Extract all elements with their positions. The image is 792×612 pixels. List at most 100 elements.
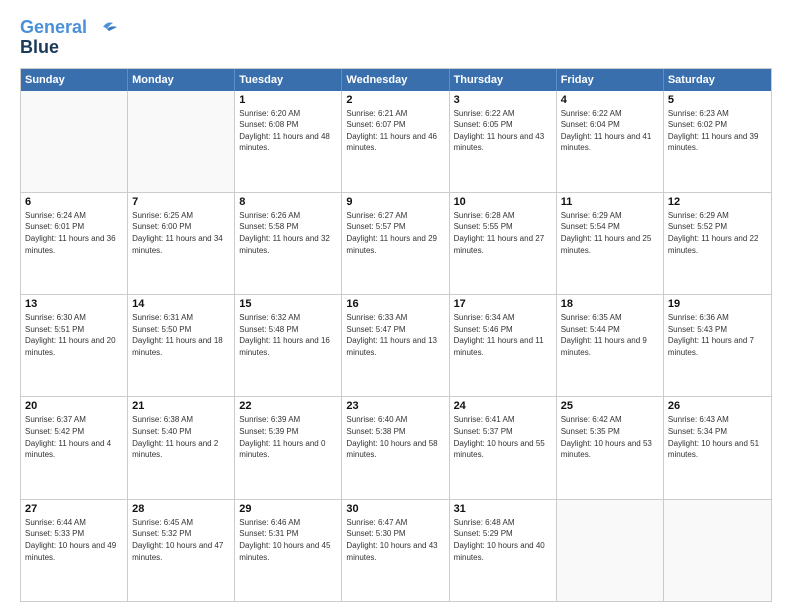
day-number: 14 — [132, 298, 230, 310]
calendar-cell: 14 Sunrise: 6:31 AMSunset: 5:50 PMDayligh… — [128, 295, 235, 396]
day-number: 22 — [239, 400, 337, 412]
calendar-cell: 7Sunrise: 6:25 AMSunset: 6:00 PMDaylight… — [128, 193, 235, 294]
calendar-cell: 28Sunrise: 6:45 AMSunset: 5:32 PMDayligh… — [128, 500, 235, 601]
day-info: Sunrise: 6:45 AMSunset: 5:32 PMDaylight:… — [132, 517, 230, 563]
calendar-cell: 20 Sunrise: 6:37 AMSunset: 5:42 PMDayligh… — [21, 397, 128, 498]
day-number: 17 — [454, 298, 552, 310]
day-info: Sunrise: 6:29 AMSunset: 5:54 PMDaylight:… — [561, 210, 659, 256]
day-number: 15 — [239, 298, 337, 310]
calendar-cell: 12 Sunrise: 6:29 AMSunset: 5:52 PMDayligh… — [664, 193, 771, 294]
day-info: Sunrise: 6:29 AMSunset: 5:52 PMDaylight:… — [668, 210, 767, 256]
day-number: 3 — [454, 94, 552, 106]
calendar-cell — [664, 500, 771, 601]
day-info: Sunrise: 6:37 AMSunset: 5:42 PMDaylight:… — [25, 414, 123, 460]
calendar-cell: 22Sunrise: 6:39 AMSunset: 5:39 PMDayligh… — [235, 397, 342, 498]
calendar-cell: 2 Sunrise: 6:21 AMSunset: 6:07 PMDaylight… — [342, 91, 449, 192]
day-number: 20 — [25, 400, 123, 412]
calendar-cell: 9 Sunrise: 6:27 AMSunset: 5:57 PMDaylight… — [342, 193, 449, 294]
day-number: 12 — [668, 196, 767, 208]
day-number: 2 — [346, 94, 444, 106]
calendar-row-4: 27 Sunrise: 6:44 AMSunset: 5:33 PMDayligh… — [21, 500, 771, 601]
day-info: Sunrise: 6:33 AMSunset: 5:47 PMDaylight:… — [346, 312, 444, 358]
calendar-cell — [128, 91, 235, 192]
day-number: 9 — [346, 196, 444, 208]
calendar-row-0: 1 Sunrise: 6:20 AMSunset: 6:08 PMDaylight… — [21, 91, 771, 193]
calendar-cell: 8 Sunrise: 6:26 AMSunset: 5:58 PMDaylight… — [235, 193, 342, 294]
calendar-cell: 4 Sunrise: 6:22 AMSunset: 6:04 PMDaylight… — [557, 91, 664, 192]
day-number: 27 — [25, 503, 123, 515]
header-day-wednesday: Wednesday — [342, 69, 449, 91]
calendar-cell: 27 Sunrise: 6:44 AMSunset: 5:33 PMDayligh… — [21, 500, 128, 601]
day-number: 1 — [239, 94, 337, 106]
header-day-thursday: Thursday — [450, 69, 557, 91]
day-number: 30 — [346, 503, 444, 515]
day-number: 21 — [132, 400, 230, 412]
header-day-tuesday: Tuesday — [235, 69, 342, 91]
logo-text: GeneralBlue — [20, 18, 87, 58]
logo: GeneralBlue — [20, 18, 117, 58]
calendar-cell: 16 Sunrise: 6:33 AMSunset: 5:47 PMDayligh… — [342, 295, 449, 396]
day-number: 18 — [561, 298, 659, 310]
day-info: Sunrise: 6:24 AMSunset: 6:01 PMDaylight:… — [25, 210, 123, 256]
day-info: Sunrise: 6:36 AMSunset: 5:43 PMDaylight:… — [668, 312, 767, 358]
day-info: Sunrise: 6:44 AMSunset: 5:33 PMDaylight:… — [25, 517, 123, 563]
day-info: Sunrise: 6:41 AMSunset: 5:37 PMDaylight:… — [454, 414, 552, 460]
day-number: 19 — [668, 298, 767, 310]
day-number: 8 — [239, 196, 337, 208]
day-number: 29 — [239, 503, 337, 515]
header-day-sunday: Sunday — [21, 69, 128, 91]
day-number: 24 — [454, 400, 552, 412]
calendar-cell: 21Sunrise: 6:38 AMSunset: 5:40 PMDayligh… — [128, 397, 235, 498]
day-number: 10 — [454, 196, 552, 208]
calendar-cell: 18 Sunrise: 6:35 AMSunset: 5:44 PMDayligh… — [557, 295, 664, 396]
header: GeneralBlue — [20, 18, 772, 58]
day-info: Sunrise: 6:23 AMSunset: 6:02 PMDaylight:… — [668, 108, 767, 154]
calendar-header: SundayMondayTuesdayWednesdayThursdayFrid… — [21, 69, 771, 91]
day-info: Sunrise: 6:27 AMSunset: 5:57 PMDaylight:… — [346, 210, 444, 256]
day-info: Sunrise: 6:40 AMSunset: 5:38 PMDaylight:… — [346, 414, 444, 460]
calendar-cell — [557, 500, 664, 601]
calendar-cell: 30 Sunrise: 6:47 AMSunset: 5:30 PMDayligh… — [342, 500, 449, 601]
calendar-cell: 26Sunrise: 6:43 AMSunset: 5:34 PMDayligh… — [664, 397, 771, 498]
day-number: 7 — [132, 196, 230, 208]
day-info: Sunrise: 6:26 AMSunset: 5:58 PMDaylight:… — [239, 210, 337, 256]
day-info: Sunrise: 6:34 AMSunset: 5:46 PMDaylight:… — [454, 312, 552, 358]
calendar-cell — [21, 91, 128, 192]
day-info: Sunrise: 6:42 AMSunset: 5:35 PMDaylight:… — [561, 414, 659, 460]
header-day-saturday: Saturday — [664, 69, 771, 91]
calendar-cell: 23 Sunrise: 6:40 AMSunset: 5:38 PMDayligh… — [342, 397, 449, 498]
day-info: Sunrise: 6:22 AMSunset: 6:04 PMDaylight:… — [561, 108, 659, 154]
header-day-monday: Monday — [128, 69, 235, 91]
calendar-row-3: 20 Sunrise: 6:37 AMSunset: 5:42 PMDayligh… — [21, 397, 771, 499]
day-info: Sunrise: 6:31 AMSunset: 5:50 PMDaylight:… — [132, 312, 230, 358]
calendar-cell: 11 Sunrise: 6:29 AMSunset: 5:54 PMDayligh… — [557, 193, 664, 294]
day-info: Sunrise: 6:20 AMSunset: 6:08 PMDaylight:… — [239, 108, 337, 154]
calendar-cell: 19 Sunrise: 6:36 AMSunset: 5:43 PMDayligh… — [664, 295, 771, 396]
day-number: 5 — [668, 94, 767, 106]
day-number: 31 — [454, 503, 552, 515]
page: GeneralBlue SundayMondayTuesdayWednesday… — [0, 0, 792, 612]
calendar-cell: 6Sunrise: 6:24 AMSunset: 6:01 PMDaylight… — [21, 193, 128, 294]
day-number: 23 — [346, 400, 444, 412]
day-info: Sunrise: 6:32 AMSunset: 5:48 PMDaylight:… — [239, 312, 337, 358]
day-number: 26 — [668, 400, 767, 412]
calendar-cell: 25 Sunrise: 6:42 AMSunset: 5:35 PMDayligh… — [557, 397, 664, 498]
calendar-cell: 5 Sunrise: 6:23 AMSunset: 6:02 PMDaylight… — [664, 91, 771, 192]
day-info: Sunrise: 6:46 AMSunset: 5:31 PMDaylight:… — [239, 517, 337, 563]
calendar: SundayMondayTuesdayWednesdayThursdayFrid… — [20, 68, 772, 602]
calendar-cell: 24 Sunrise: 6:41 AMSunset: 5:37 PMDayligh… — [450, 397, 557, 498]
day-info: Sunrise: 6:47 AMSunset: 5:30 PMDaylight:… — [346, 517, 444, 563]
day-info: Sunrise: 6:35 AMSunset: 5:44 PMDaylight:… — [561, 312, 659, 358]
day-info: Sunrise: 6:22 AMSunset: 6:05 PMDaylight:… — [454, 108, 552, 154]
calendar-cell: 3 Sunrise: 6:22 AMSunset: 6:05 PMDaylight… — [450, 91, 557, 192]
calendar-cell: 31Sunrise: 6:48 AMSunset: 5:29 PMDayligh… — [450, 500, 557, 601]
day-number: 11 — [561, 196, 659, 208]
calendar-body: 1 Sunrise: 6:20 AMSunset: 6:08 PMDaylight… — [21, 91, 771, 601]
day-info: Sunrise: 6:28 AMSunset: 5:55 PMDaylight:… — [454, 210, 552, 256]
day-info: Sunrise: 6:30 AMSunset: 5:51 PMDaylight:… — [25, 312, 123, 358]
day-number: 4 — [561, 94, 659, 106]
day-info: Sunrise: 6:21 AMSunset: 6:07 PMDaylight:… — [346, 108, 444, 154]
day-number: 16 — [346, 298, 444, 310]
calendar-cell: 15 Sunrise: 6:32 AMSunset: 5:48 PMDayligh… — [235, 295, 342, 396]
day-number: 25 — [561, 400, 659, 412]
